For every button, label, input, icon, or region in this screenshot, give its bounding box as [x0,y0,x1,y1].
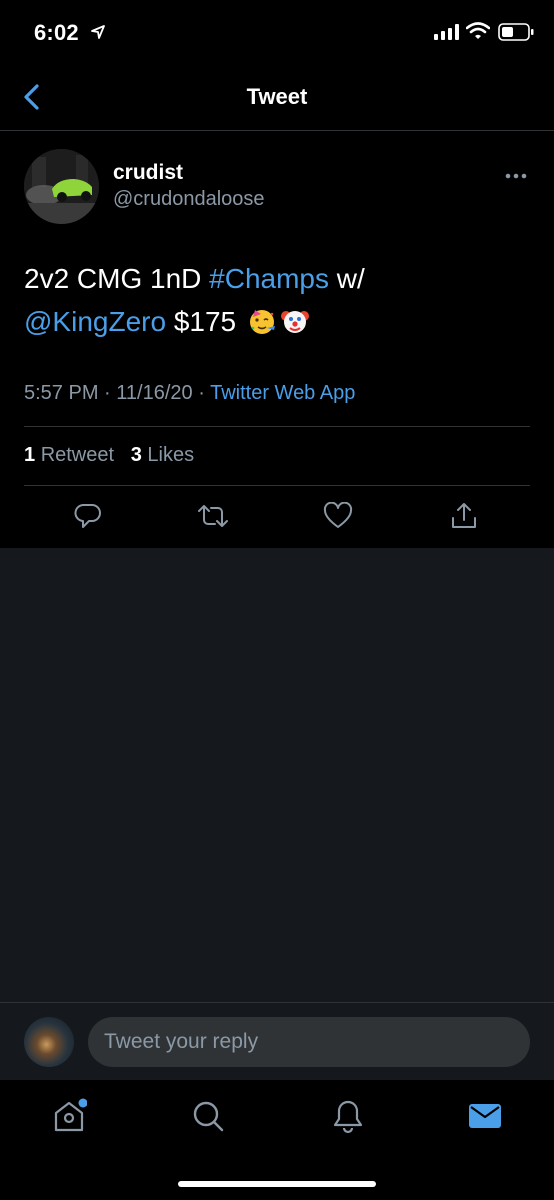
author-avatar[interactable] [24,149,99,224]
home-indicator [178,1181,376,1187]
tab-notifications[interactable] [328,1096,368,1136]
page-title: Tweet [246,84,308,109]
separator-dot: · [198,382,205,404]
retweet-button[interactable] [196,499,230,533]
partying-face-emoji [247,305,277,335]
tweet-time: 5:57 PM [24,382,99,404]
share-icon [452,503,476,528]
tweet-text-part: 2v2 CMG 1nD [24,263,210,294]
search-icon [193,1101,224,1132]
status-time: 6:02 [34,20,79,45]
tab-home[interactable] [49,1096,89,1136]
reply-bar: Tweet your reply [0,1002,554,1080]
reply-icon [74,504,101,528]
tweet-detail: crudist @crudondaloose 2v2 CMG 1nD #Cham… [0,131,554,548]
more-dots-icon [505,173,527,179]
location-arrow-icon [90,24,106,45]
like-label: Likes [147,444,195,466]
author-handle[interactable]: @crudondaloose [113,188,265,211]
like-button[interactable] [321,499,355,533]
divider [24,485,530,486]
wifi-icon [465,22,491,45]
cellular-signal-icon [434,24,460,45]
mention-link[interactable]: @KingZero [24,306,166,337]
battery-icon [498,23,534,46]
clown-face-emoji [280,305,310,335]
divider [24,426,530,427]
retweet-label: Retweet [40,444,115,466]
retweet-icon [198,505,228,527]
tab-messages[interactable] [465,1096,505,1136]
tab-search[interactable] [188,1096,228,1136]
tweet-text: 2v2 CMG 1nD #Champs w/ @KingZero $175 [24,257,534,343]
hashtag-link[interactable]: #Champs [209,263,329,294]
navigation-bar: Tweet [0,64,554,131]
tweet-source-link[interactable]: Twitter Web App [210,382,355,404]
author-name[interactable]: crudist [113,161,183,185]
reply-input[interactable]: Tweet your reply [88,1017,530,1067]
heart-icon [323,502,353,528]
likes-stat[interactable]: 3 Likes [131,444,194,466]
tweet-text-part: $175 [166,306,237,337]
tweet-date: 11/16/20 [116,382,193,404]
more-options-button[interactable] [504,167,528,179]
home-icon [54,1098,87,1132]
user-avatar[interactable] [24,1017,74,1067]
retweets-stat[interactable]: 1 Retweet [24,444,114,466]
tweet-text-part: w/ [329,263,365,294]
share-button[interactable] [447,499,481,533]
tweet-metadata: 5:57 PM · 11/16/20 · Twitter Web App [24,382,355,405]
separator-dot: · [104,382,111,404]
tweet-actions [0,499,554,539]
like-count: 3 [130,444,142,466]
notification-dot [78,1098,87,1108]
retweet-count: 1 [24,444,36,466]
mail-icon [469,1104,501,1128]
bell-icon [333,1100,363,1134]
reply-button[interactable] [71,499,105,533]
tweet-stats: 1 Retweet 3 Likes [24,444,194,467]
status-bar: 6:02 [0,0,554,64]
